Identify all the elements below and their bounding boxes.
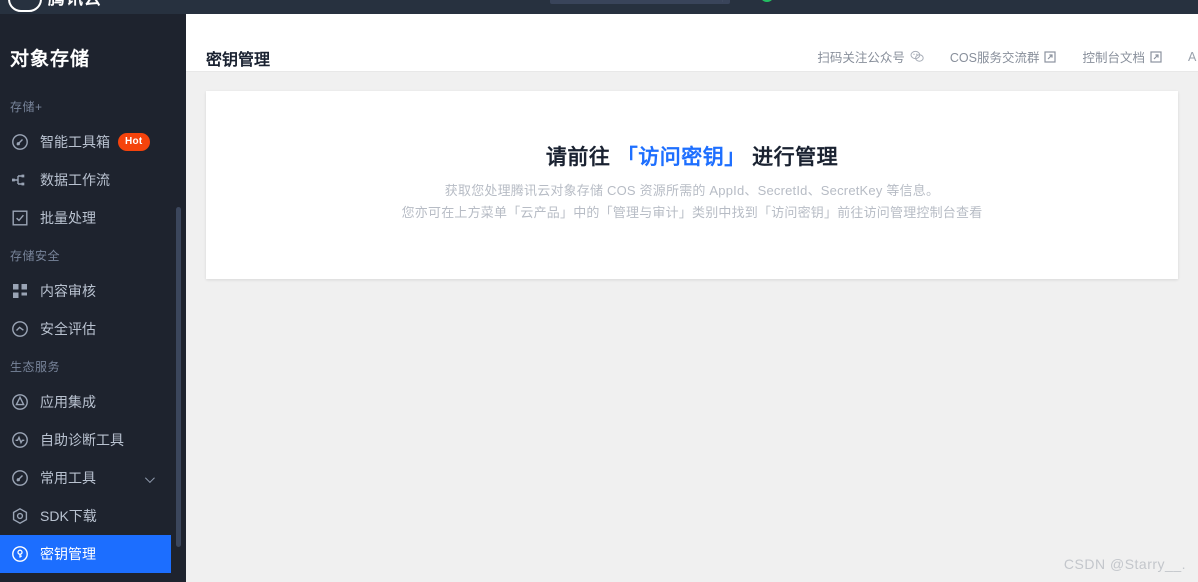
sidebar-scrollbar-thumb[interactable] <box>176 207 181 547</box>
wechat-icon <box>910 50 924 63</box>
cloud-logo-icon[interactable] <box>8 0 42 12</box>
main-content: 请前往 「访问密钥」 进行管理 获取您处理腾讯云对象存储 COS 资源所需的 A… <box>186 72 1198 582</box>
common-tools-icon <box>10 468 30 488</box>
sidebar-item-content-audit[interactable]: 内容审核 <box>0 272 186 310</box>
header-link-wechat-official[interactable]: 扫码关注公众号 <box>817 47 924 66</box>
external-link-icon <box>1150 51 1162 63</box>
header-links: 扫码关注公众号 COS服务交流群 控制台文档 A <box>791 47 1198 66</box>
header-link-console-docs[interactable]: 控制台文档 <box>1082 47 1162 66</box>
hot-badge: Hot <box>118 133 150 151</box>
sidebar-item-label: 批量处理 <box>40 208 96 228</box>
content-header: 密钥管理 扫码关注公众号 COS服务交流群 控制台文档 <box>186 14 1198 72</box>
nav-group-label-storage-security: 存储安全 <box>0 237 186 272</box>
search-input[interactable] <box>550 0 730 4</box>
sidebar-item-sdk-download[interactable]: SDK下载 <box>0 497 186 535</box>
data-workflow-icon <box>10 170 30 190</box>
header-link-label: 控制台文档 <box>1082 47 1145 66</box>
page-title: 对象存储 <box>10 44 90 71</box>
batch-process-icon <box>10 208 30 228</box>
access-key-link[interactable]: 「访问密钥」 <box>617 146 746 169</box>
sidebar-item-data-workflow[interactable]: 数据工作流 <box>0 161 186 199</box>
content-audit-icon <box>10 281 30 301</box>
external-link-icon <box>1044 51 1056 63</box>
topbar-divider <box>722 0 723 2</box>
nav-group-label-storage-plus: 存储+ <box>0 88 186 123</box>
sidebar-nav: 存储+ 智能工具箱 Hot 数据工作流 批量处理 <box>0 88 186 573</box>
sidebar-item-self-diagnosis[interactable]: 自助诊断工具 <box>0 421 186 459</box>
sidebar-item-common-tools[interactable]: 常用工具 <box>0 459 186 497</box>
chevron-down-icon[interactable] <box>145 473 155 483</box>
sidebar-item-label: 智能工具箱 <box>40 132 110 152</box>
sidebar-item-label: 自助诊断工具 <box>40 430 124 450</box>
headline-suffix: 进行管理 <box>746 146 838 169</box>
header-link-truncated[interactable]: A <box>1188 50 1198 64</box>
topbar-brand-label: 腾讯云 <box>48 0 102 9</box>
app-integration-icon <box>10 392 30 412</box>
smart-toolbox-icon <box>10 132 30 152</box>
nav-group-label-eco-services: 生态服务 <box>0 348 186 383</box>
sidebar: 对象存储 存储+ 智能工具箱 Hot 数据工作流 <box>0 14 186 582</box>
headline-prefix: 请前往 <box>546 146 617 169</box>
watermark: CSDN @Starry__. <box>1064 556 1186 572</box>
sidebar-item-label: 应用集成 <box>40 392 96 412</box>
self-diagnosis-icon <box>10 430 30 450</box>
sidebar-item-batch-process[interactable]: 批量处理 <box>0 199 186 237</box>
sidebar-item-label: 常用工具 <box>40 468 96 488</box>
card-headline: 请前往 「访问密钥」 进行管理 <box>206 141 1178 171</box>
header-link-cos-group[interactable]: COS服务交流群 <box>950 47 1057 66</box>
sidebar-item-smart-toolbox[interactable]: 智能工具箱 Hot <box>0 123 186 161</box>
sidebar-item-key-management[interactable]: 密钥管理 <box>0 535 171 573</box>
key-management-icon <box>10 544 30 564</box>
sidebar-item-security-assessment[interactable]: 安全评估 <box>0 310 186 348</box>
green-status-dot[interactable] <box>760 0 774 2</box>
sidebar-item-label: SDK下载 <box>40 506 97 526</box>
sidebar-item-label: 数据工作流 <box>40 170 110 190</box>
security-assessment-icon <box>10 319 30 339</box>
header-link-label: 扫码关注公众号 <box>817 47 905 66</box>
sidebar-item-label: 内容审核 <box>40 281 96 301</box>
sidebar-item-app-integration[interactable]: 应用集成 <box>0 383 186 421</box>
header-link-label: COS服务交流群 <box>950 47 1040 66</box>
global-top-bar: 腾讯云 <box>0 0 1198 14</box>
content-page-title: 密钥管理 <box>206 46 270 70</box>
header-link-label: A <box>1188 50 1196 64</box>
card-description-line-2: 您亦可在上方菜单「云产品」中的「管理与审计」类别中找到「访问密钥」前往访问管理控… <box>206 202 1178 221</box>
card-description-line-1: 获取您处理腾讯云对象存储 COS 资源所需的 AppId、SecretId、Se… <box>206 180 1178 199</box>
sidebar-item-label: 安全评估 <box>40 319 96 339</box>
console-page: 腾讯云 对象存储 存储+ 智能工具箱 Hot 数据工作流 <box>0 0 1198 582</box>
sidebar-item-label: 密钥管理 <box>40 544 96 564</box>
key-management-empty-card: 请前往 「访问密钥」 进行管理 获取您处理腾讯云对象存储 COS 资源所需的 A… <box>206 91 1178 279</box>
sdk-download-icon <box>10 506 30 526</box>
